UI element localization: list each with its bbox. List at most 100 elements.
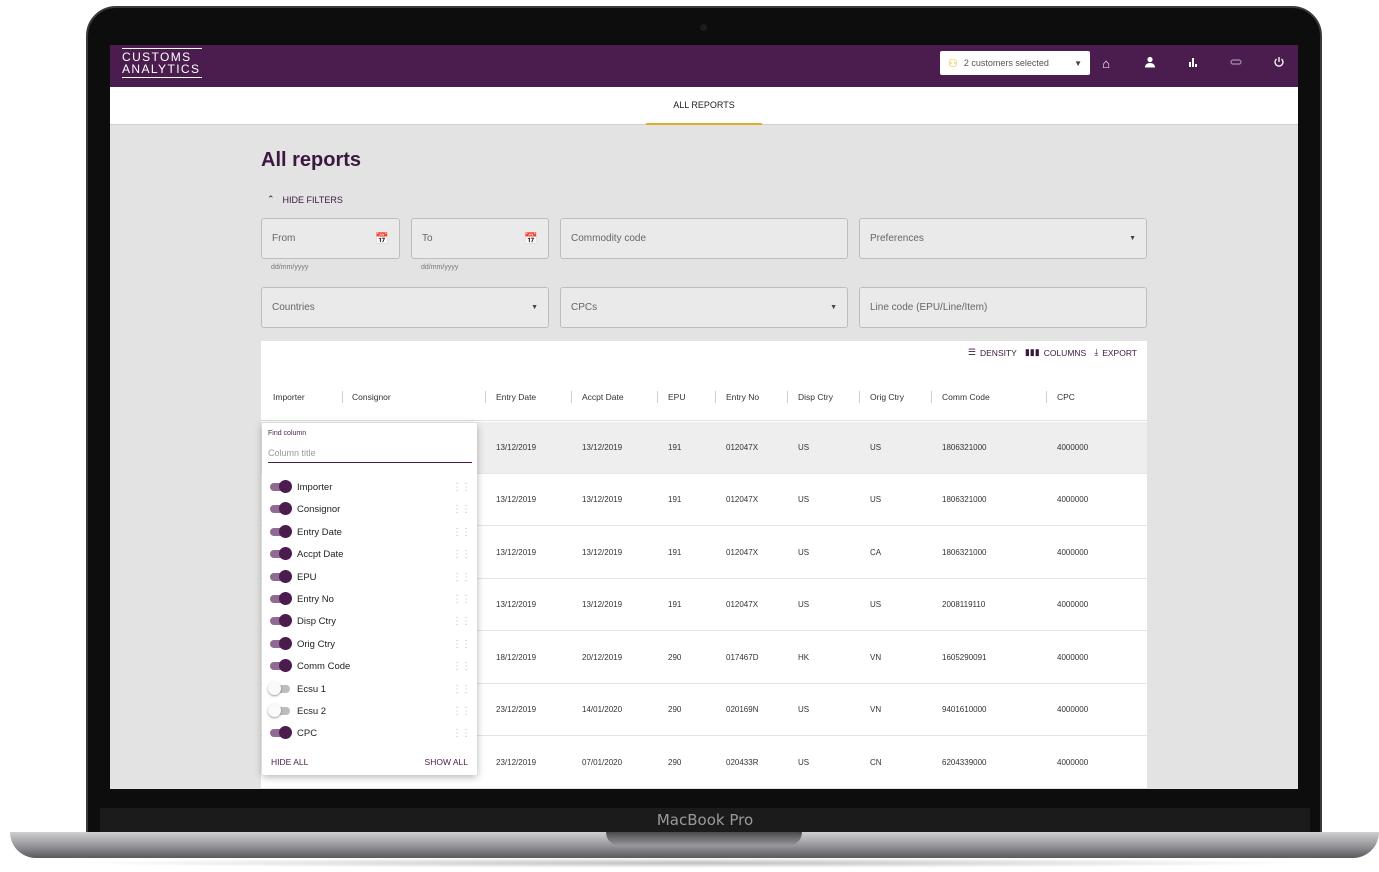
laptop-chin: MacBook Pro <box>100 808 1310 832</box>
preferences-select[interactable]: Preferences ▼ <box>859 218 1147 259</box>
column-toggle-item[interactable]: CPC ⋮⋮ <box>270 724 471 742</box>
header-consignor[interactable]: Consignor <box>352 373 391 421</box>
drag-handle-icon[interactable]: ⋮⋮ <box>452 527 471 538</box>
calendar-icon[interactable]: 📅 <box>375 232 389 245</box>
column-separator[interactable] <box>485 391 486 403</box>
toggle-switch[interactable] <box>270 502 292 515</box>
header-entry-date[interactable]: Entry Date <box>496 373 536 421</box>
toggle-switch[interactable] <box>270 480 292 493</box>
cell-cpc: 4000000 <box>1057 705 1089 714</box>
cell-cpc: 4000000 <box>1057 600 1089 609</box>
export-label: EXPORT <box>1102 347 1137 358</box>
header-accpt-date[interactable]: Accpt Date <box>582 373 624 421</box>
column-separator[interactable] <box>1046 391 1047 403</box>
cell-accpt-date: 13/12/2019 <box>582 443 623 452</box>
cell-entry-date: 13/12/2019 <box>496 495 537 504</box>
cell-orig-ctry: US <box>870 600 882 609</box>
header-orig-ctry[interactable]: Orig Ctry <box>870 373 904 421</box>
customer-selector[interactable]: ⚇ 2 customers selected ▼ <box>940 51 1090 75</box>
columns-button[interactable]: ▮▮▮ COLUMNS <box>1025 347 1086 358</box>
toggle-switch[interactable] <box>270 547 292 560</box>
column-separator[interactable] <box>787 391 788 403</box>
column-separator[interactable] <box>571 391 572 403</box>
drag-handle-icon[interactable]: ⋮⋮ <box>452 482 471 493</box>
column-toggle-item[interactable]: Comm Code ⋮⋮ <box>270 657 471 675</box>
drag-handle-icon[interactable]: ⋮⋮ <box>452 616 471 627</box>
cell-entry-date: 23/12/2019 <box>496 758 537 767</box>
drag-handle-icon[interactable]: ⋮⋮ <box>452 661 471 672</box>
column-toggle-item[interactable]: Ecsu 1 ⋮⋮ <box>268 680 471 698</box>
toggle-switch[interactable] <box>268 682 290 695</box>
user-icon[interactable] <box>1141 55 1159 73</box>
column-toggle-item[interactable]: Accpt Date ⋮⋮ <box>270 545 471 563</box>
column-toggle-item[interactable]: Entry Date ⋮⋮ <box>270 523 471 541</box>
column-toggle-item[interactable]: Entry No ⋮⋮ <box>270 590 471 608</box>
line-code-field[interactable]: Line code (EPU/Line/Item) <box>859 287 1147 328</box>
cell-comm-code: 9401610000 <box>942 705 987 714</box>
tab-bar: ALL REPORTS <box>110 87 1298 125</box>
countries-select[interactable]: Countries ▼ <box>261 287 549 328</box>
toggle-switch[interactable] <box>270 659 292 672</box>
cell-epu: 290 <box>668 705 682 714</box>
drag-handle-icon[interactable]: ⋮⋮ <box>452 706 471 717</box>
column-separator[interactable] <box>859 391 860 403</box>
drag-handle-icon[interactable]: ⋮⋮ <box>452 504 471 515</box>
show-all-button[interactable]: SHOW ALL <box>425 757 468 767</box>
column-toggle-item[interactable]: Importer ⋮⋮ <box>270 478 471 496</box>
calendar-icon[interactable]: 📅 <box>524 232 538 245</box>
toggle-switch[interactable] <box>270 637 292 650</box>
drag-handle-icon[interactable]: ⋮⋮ <box>452 728 471 739</box>
column-separator[interactable] <box>715 391 716 403</box>
drag-handle-icon[interactable]: ⋮⋮ <box>452 549 471 560</box>
toggle-switch[interactable] <box>270 570 292 583</box>
column-separator[interactable] <box>931 391 932 403</box>
column-toggle-item[interactable]: Disp Ctry ⋮⋮ <box>270 612 471 630</box>
from-date-field[interactable]: From 📅 <box>261 218 400 259</box>
density-button[interactable]: ☰ DENSITY <box>968 347 1017 358</box>
header-cpc[interactable]: CPC <box>1057 373 1075 421</box>
column-toggle-item[interactable]: Ecsu 2 ⋮⋮ <box>268 702 471 720</box>
drag-handle-icon[interactable]: ⋮⋮ <box>452 684 471 695</box>
power-icon[interactable] <box>1270 55 1288 73</box>
header-entry-no[interactable]: Entry No <box>726 373 759 421</box>
drag-handle-icon[interactable]: ⋮⋮ <box>452 594 471 605</box>
tab-all-reports[interactable]: ALL REPORTS <box>646 87 762 125</box>
column-toggle-label: Disp Ctry <box>297 615 337 627</box>
column-separator[interactable] <box>342 391 343 403</box>
hide-all-button[interactable]: HIDE ALL <box>271 757 308 767</box>
home-icon[interactable]: ⌂ <box>1097 55 1115 73</box>
to-date-field[interactable]: To 📅 <box>411 218 549 259</box>
column-toggle-label: CPC <box>297 727 318 739</box>
commodity-code-placeholder: Commodity code <box>571 233 647 244</box>
header-comm-code[interactable]: Comm Code <box>942 373 990 421</box>
cpcs-select[interactable]: CPCs ▼ <box>560 287 848 328</box>
column-separator[interactable] <box>657 391 658 403</box>
toggle-switch[interactable] <box>270 592 292 605</box>
toggle-switch[interactable] <box>268 704 290 717</box>
cell-disp-ctry: US <box>798 600 810 609</box>
link-icon[interactable] <box>1227 55 1245 73</box>
bar-chart-icon[interactable] <box>1184 55 1202 73</box>
export-button[interactable]: ⤓ EXPORT <box>1094 347 1137 358</box>
toggle-switch[interactable] <box>270 614 292 627</box>
logo[interactable]: CUSTOMS ANALYTICS <box>122 48 202 80</box>
header-disp-ctry[interactable]: Disp Ctry <box>798 373 833 421</box>
cell-entry-date: 18/12/2019 <box>496 653 537 662</box>
toggle-switch[interactable] <box>270 525 292 538</box>
column-toggle-item[interactable]: Orig Ctry ⋮⋮ <box>270 635 471 653</box>
cell-disp-ctry: US <box>798 443 810 452</box>
header-epu[interactable]: EPU <box>668 373 685 421</box>
toggle-switch[interactable] <box>270 726 292 739</box>
column-search-input[interactable]: Column title <box>268 443 472 463</box>
hide-filters-button[interactable]: ⌃ HIDE FILTERS <box>267 194 343 205</box>
cell-orig-ctry: CN <box>870 758 882 767</box>
laptop-notch <box>606 832 802 846</box>
laptop-frame: MacBook Pro CUSTOMS ANALYTICS ⚇ 2 custom… <box>0 0 1379 872</box>
drag-handle-icon[interactable]: ⋮⋮ <box>452 639 471 650</box>
column-toggle-item[interactable]: Consignor ⋮⋮ <box>270 500 471 518</box>
laptop-shadow <box>60 858 1320 868</box>
header-importer[interactable]: Importer <box>273 373 305 421</box>
commodity-code-field[interactable]: Commodity code <box>560 218 848 259</box>
column-toggle-item[interactable]: EPU ⋮⋮ <box>270 568 471 586</box>
drag-handle-icon[interactable]: ⋮⋮ <box>452 572 471 583</box>
